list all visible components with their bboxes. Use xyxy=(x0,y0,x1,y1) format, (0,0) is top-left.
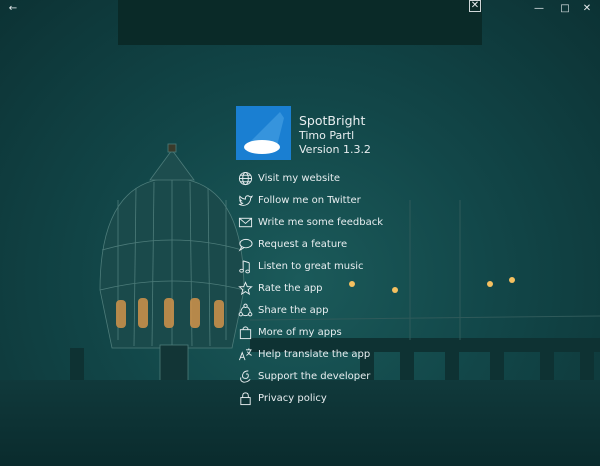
lock-icon xyxy=(236,389,254,407)
share-icon xyxy=(236,301,254,319)
menu-item-translate[interactable]: Help translate the app xyxy=(236,343,476,365)
music-note-icon xyxy=(236,257,254,275)
ad-close-button[interactable]: ✕ xyxy=(469,0,481,12)
back-button[interactable]: ← xyxy=(0,0,26,16)
menu-item-label: Help translate the app xyxy=(258,348,371,360)
menu-item-website[interactable]: Visit my website xyxy=(236,167,476,189)
menu-item-label: Visit my website xyxy=(258,172,341,184)
menu-item-label: Follow me on Twitter xyxy=(258,194,361,206)
menu-item-twitter[interactable]: Follow me on Twitter xyxy=(236,189,476,211)
app-info: SpotBright Timo Partl Version 1.3.2 xyxy=(299,113,371,158)
app-header: SpotBright Timo Partl Version 1.3.2 xyxy=(236,106,456,160)
menu-item-label: Share the app xyxy=(258,304,329,316)
menu-item-share[interactable]: Share the app xyxy=(236,299,476,321)
menu-item-label: Support the developer xyxy=(258,370,371,382)
menu-item-label: Write me some feedback xyxy=(258,216,383,228)
support-icon xyxy=(236,367,254,385)
app-name: SpotBright xyxy=(299,113,366,128)
menu-item-rate[interactable]: Rate the app xyxy=(236,277,476,299)
menu-item-privacy[interactable]: Privacy policy xyxy=(236,387,476,409)
app-author: Timo Partl xyxy=(299,128,355,142)
close-button[interactable]: ✕ xyxy=(574,0,600,16)
menu-item-support[interactable]: Support the developer xyxy=(236,365,476,387)
about-menu: Visit my website Follow me on Twitter Wr… xyxy=(236,167,476,409)
shopping-bag-icon xyxy=(236,323,254,341)
globe-icon xyxy=(236,169,254,187)
minimize-button[interactable]: — xyxy=(526,0,552,16)
menu-item-label: Listen to great music xyxy=(258,260,364,272)
app-logo xyxy=(236,106,291,160)
mail-icon xyxy=(236,213,254,231)
spotlight-logo-icon xyxy=(244,112,284,154)
menu-item-label: More of my apps xyxy=(258,326,342,338)
translate-icon xyxy=(236,345,254,363)
menu-item-more-apps[interactable]: More of my apps xyxy=(236,321,476,343)
ad-banner[interactable] xyxy=(118,0,482,45)
menu-item-request-feature[interactable]: Request a feature xyxy=(236,233,476,255)
star-icon xyxy=(236,279,254,297)
menu-item-music[interactable]: Listen to great music xyxy=(236,255,476,277)
app-version: Version 1.3.2 xyxy=(299,143,371,156)
menu-item-label: Privacy policy xyxy=(258,392,327,404)
menu-item-label: Rate the app xyxy=(258,282,323,294)
twitter-icon xyxy=(236,191,254,209)
menu-item-label: Request a feature xyxy=(258,238,348,250)
chat-bubble-icon xyxy=(236,235,254,253)
menu-item-feedback[interactable]: Write me some feedback xyxy=(236,211,476,233)
